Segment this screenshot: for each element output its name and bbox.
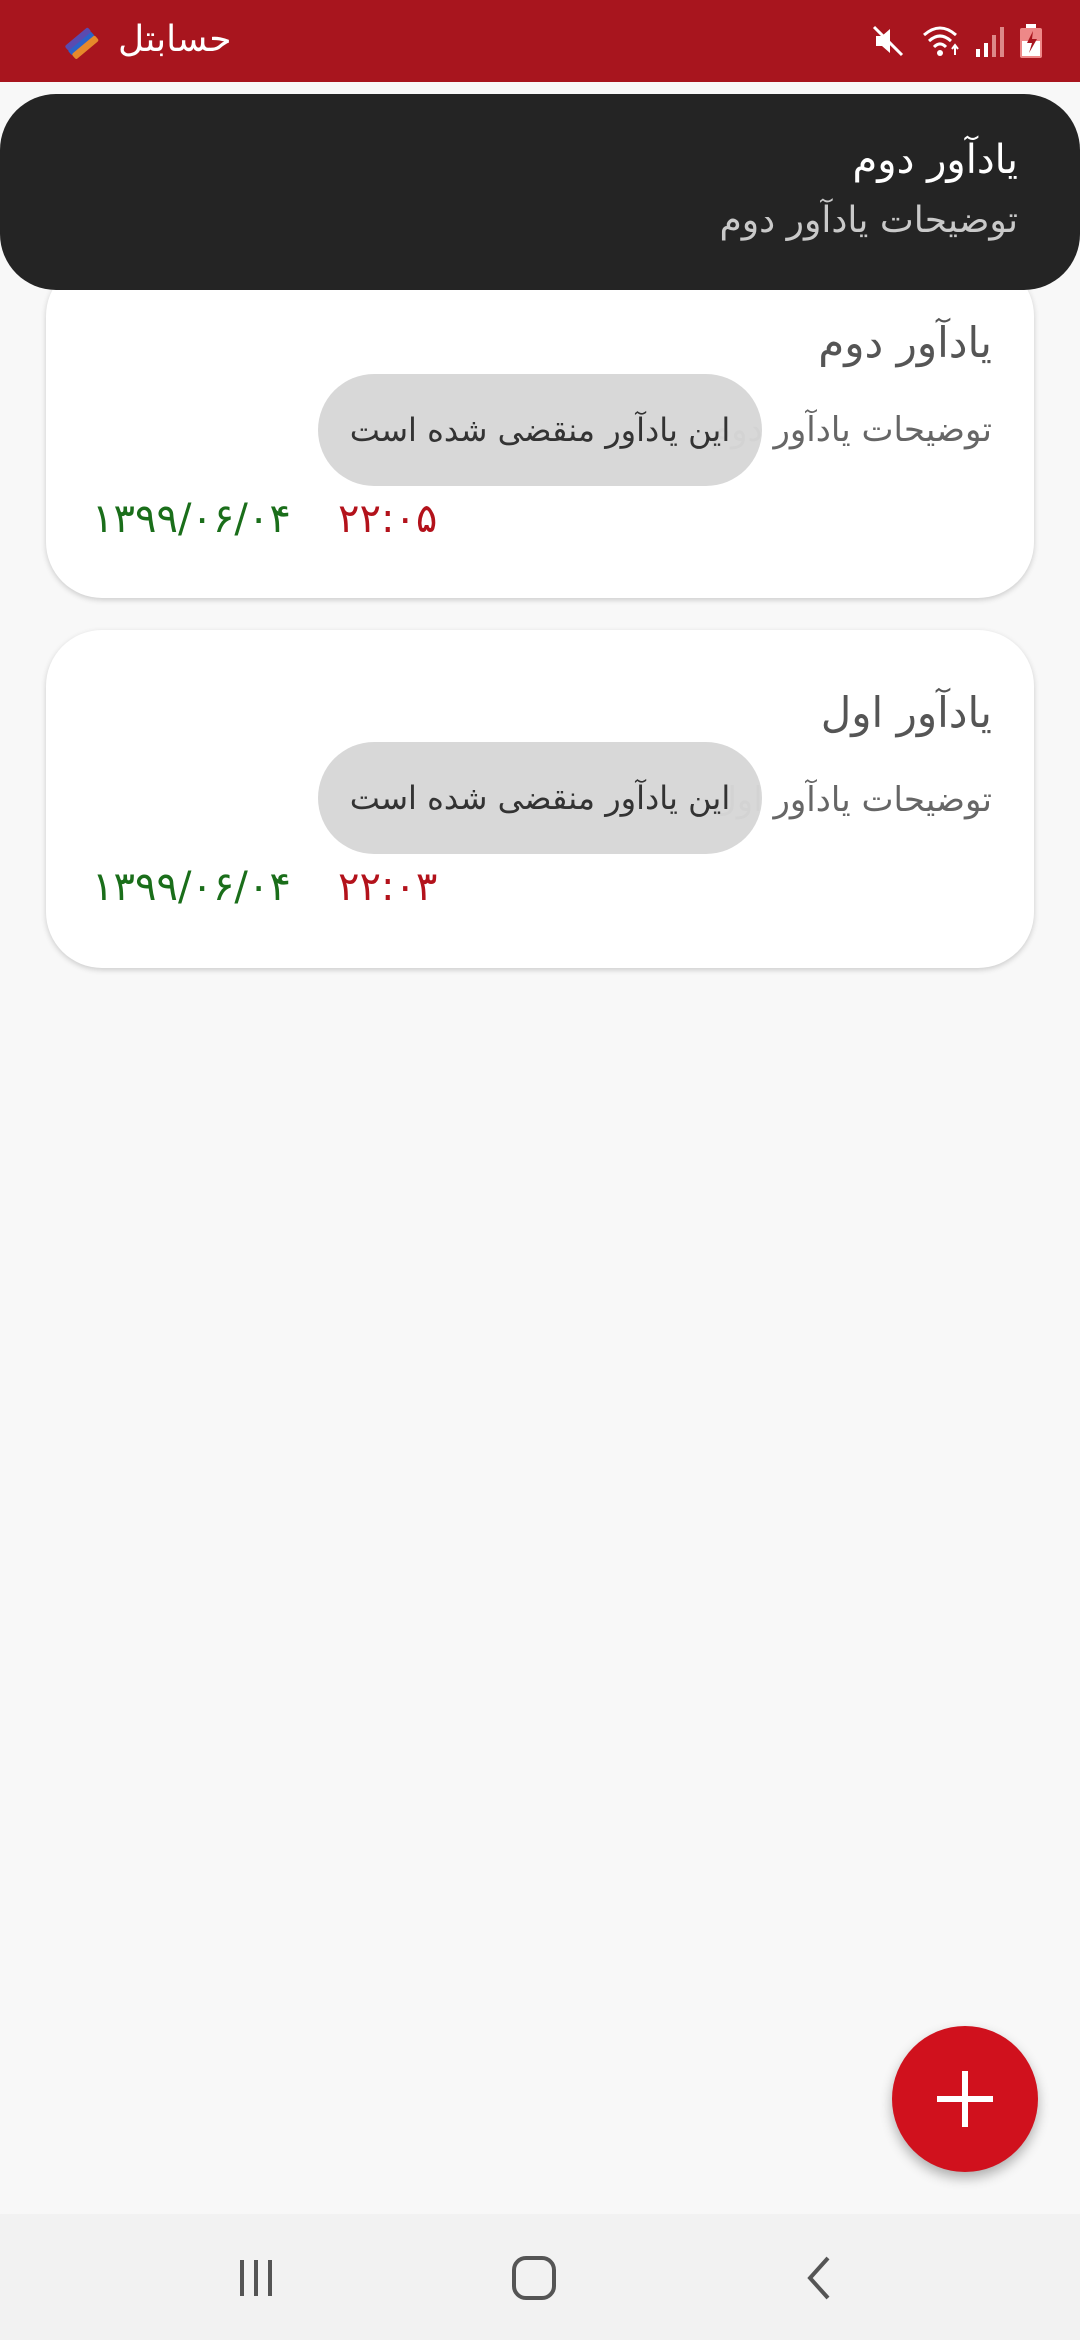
reminder-date: ۱۳۹۹/۰۶/۰۴ [92, 864, 291, 910]
app-title: حسابتل [118, 19, 232, 60]
reminder-date: ۱۳۹۹/۰۶/۰۴ [92, 496, 291, 542]
add-reminder-button[interactable] [892, 2026, 1038, 2172]
reminder-title: یادآور دوم [818, 318, 992, 367]
notification-banner[interactable]: یادآور دوم توضیحات یادآور دوم [0, 94, 1080, 290]
reminder-time: ۲۲:۰۳ [338, 864, 438, 910]
navigation-bar [0, 2214, 1080, 2340]
notification-title: یادآور دوم [852, 137, 1019, 183]
mute-icon [872, 25, 904, 57]
plus-icon [937, 2071, 993, 2127]
wifi-icon [923, 26, 959, 56]
signal-icon [976, 27, 1004, 57]
app-logo-icon [65, 27, 99, 59]
reminder-time: ۲۲:۰۵ [338, 496, 438, 542]
expired-toast: این یادآور منقضی شده است [318, 742, 762, 854]
expired-toast: این یادآور منقضی شده است [318, 374, 762, 486]
status-icons [870, 18, 1044, 64]
back-icon[interactable] [790, 2248, 850, 2308]
status-bar: حسابتل [0, 0, 1080, 82]
reminder-title: یادآور اول [820, 688, 992, 737]
recent-apps-icon[interactable] [226, 2248, 286, 2308]
notification-body: توضیحات یادآور دوم [719, 200, 1018, 241]
battery-charging-icon [1020, 24, 1042, 58]
home-icon[interactable] [504, 2248, 564, 2308]
